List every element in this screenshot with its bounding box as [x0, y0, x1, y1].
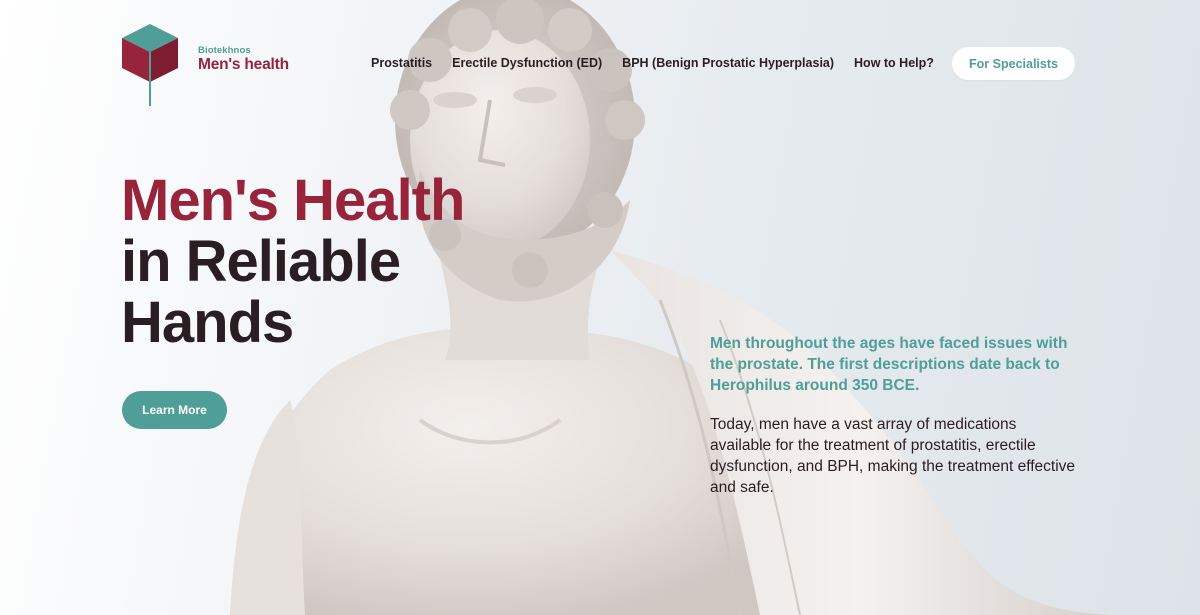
nav-item-how-to-help[interactable]: How to Help? — [854, 56, 934, 70]
hero-title-line-3: Hands — [121, 290, 294, 355]
hero-title-line-1: Men's Health — [121, 168, 465, 233]
hero-title-line-2: in Reliable — [121, 229, 401, 294]
learn-more-button[interactable]: Learn More — [122, 391, 227, 429]
site-logo[interactable]: Biotekhnos Men's health — [122, 24, 302, 106]
nav-item-bph[interactable]: BPH (Benign Prostatic Hyperplasia) — [622, 56, 834, 70]
main-nav: Prostatitis Erectile Dysfunction (ED) BP… — [371, 56, 934, 70]
logo-company-name: Biotekhnos — [198, 45, 251, 56]
nav-item-prostatitis[interactable]: Prostatitis — [371, 56, 432, 70]
cube-logo-icon — [122, 24, 178, 106]
logo-product-name: Men's health — [198, 56, 289, 73]
hero-intro-text: Men throughout the ages have faced issue… — [710, 335, 1068, 394]
for-specialists-button[interactable]: For Specialists — [952, 47, 1075, 80]
hero-body-text: Today, men have a vast array of medicati… — [710, 416, 1076, 496]
nav-item-erectile-dysfunction[interactable]: Erectile Dysfunction (ED) — [452, 56, 602, 70]
hero-title: Men's Health in Reliable Hands — [121, 168, 465, 355]
